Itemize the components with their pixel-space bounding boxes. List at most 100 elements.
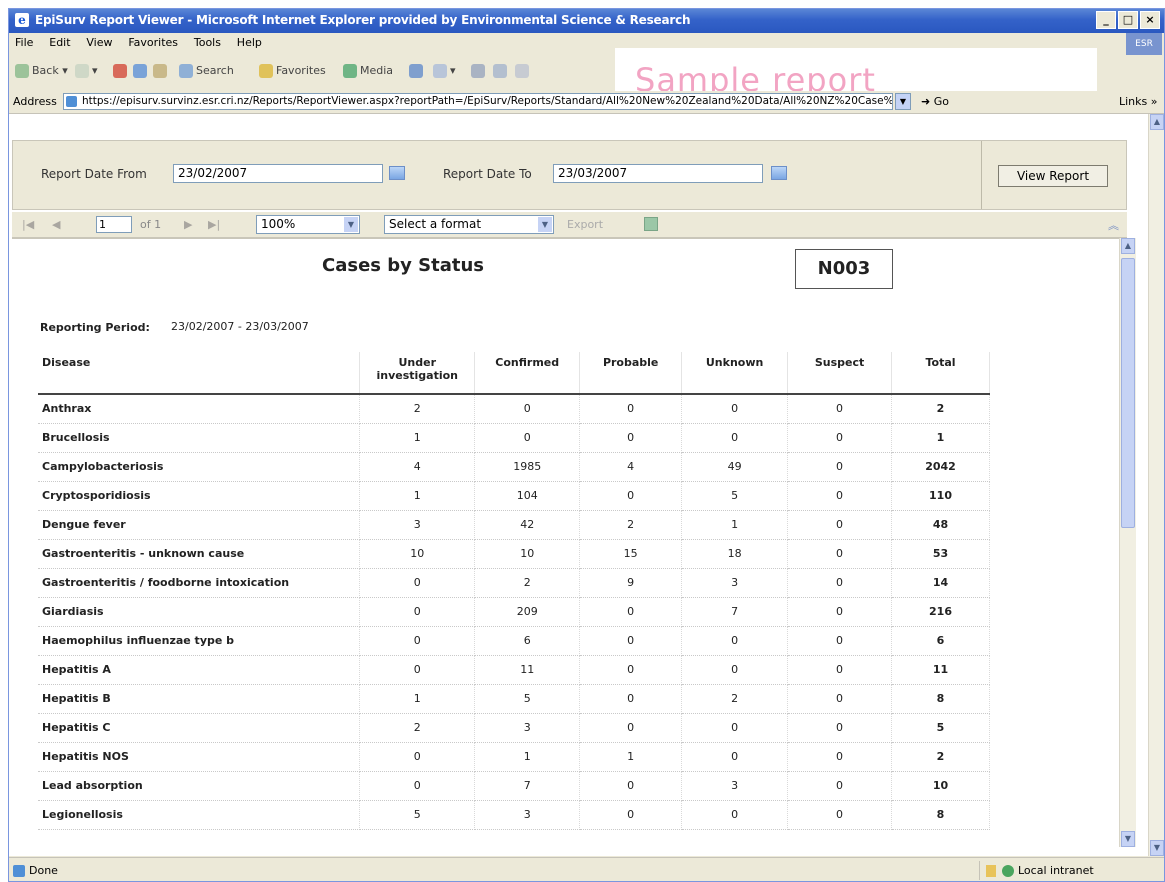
reporting-period-value: 23/02/2007 - 23/03/2007 (171, 320, 309, 333)
count-cell: 0 (681, 626, 789, 656)
total-cell: 8 (891, 684, 990, 714)
back-button[interactable]: Back ▾ (15, 64, 68, 78)
discuss-button[interactable] (515, 64, 532, 78)
export-format-select[interactable]: Select a format ▼ (384, 215, 554, 234)
reporting-period-label: Reporting Period: (40, 321, 150, 334)
edit-page-icon (493, 64, 507, 78)
window-title: EpiSurv Report Viewer - Microsoft Intern… (35, 13, 691, 27)
report-scrollbar[interactable]: ▲ ▼ (1119, 238, 1136, 847)
go-arrow-icon: ➜ (921, 95, 934, 108)
count-cell: 1 (359, 481, 476, 511)
stop-button[interactable] (113, 64, 130, 78)
count-cell: 0 (787, 713, 893, 743)
collapse-parameters-icon[interactable]: ︽ (1108, 217, 1119, 233)
mail-button[interactable]: ▾ (433, 64, 456, 78)
view-report-button[interactable]: View Report (998, 165, 1108, 187)
calendar-from-icon[interactable] (389, 166, 405, 180)
column-header: Total (891, 352, 990, 395)
back-arrow-icon (15, 64, 29, 78)
stop-icon (113, 64, 127, 78)
address-dropdown-icon[interactable]: ▼ (895, 93, 911, 110)
close-button[interactable]: × (1140, 11, 1160, 29)
media-icon (343, 64, 357, 78)
print-icon (471, 64, 485, 78)
report-scroll-thumb[interactable] (1121, 258, 1135, 528)
count-cell: 0 (579, 597, 683, 627)
home-button[interactable] (153, 64, 170, 78)
menu-edit[interactable]: Edit (43, 33, 76, 52)
count-cell: 3 (681, 771, 789, 801)
scroll-up-icon[interactable]: ▲ (1150, 114, 1164, 130)
search-button[interactable]: Search (179, 64, 234, 78)
page-icon (66, 96, 77, 107)
date-from-input[interactable]: 23/02/2007 (173, 164, 383, 183)
report-parameters: Report Date From 23/02/2007 Report Date … (12, 140, 1127, 210)
table-row: Giardiasis 0 209 0 7 0 216 (38, 597, 990, 627)
last-page-icon[interactable]: ▶| (208, 218, 220, 231)
count-cell: 0 (787, 394, 893, 424)
calendar-to-icon[interactable] (771, 166, 787, 180)
intranet-icon (1002, 865, 1014, 877)
page-scrollbar[interactable]: ▲ ▼ (1148, 114, 1164, 856)
report-scroll-up-icon[interactable]: ▲ (1121, 238, 1135, 254)
page-number-input[interactable]: 1 (96, 216, 132, 233)
media-button[interactable]: Media (343, 64, 393, 78)
count-cell: 3 (474, 800, 581, 830)
column-header: Under investigation (359, 352, 476, 395)
disease-name: Hepatitis NOS (38, 742, 361, 772)
page-count: of 1 (140, 218, 162, 231)
forward-button[interactable]: ▾ (75, 64, 98, 78)
table-row: Cryptosporidiosis 1 104 0 5 0 110 (38, 481, 990, 511)
disease-name: Dengue fever (38, 510, 361, 540)
refresh-button[interactable] (133, 64, 150, 78)
date-to-input[interactable]: 23/03/2007 (553, 164, 763, 183)
print-button[interactable] (471, 64, 488, 78)
menu-file[interactable]: File (9, 33, 39, 52)
date-from-label: Report Date From (41, 167, 147, 181)
maximize-button[interactable]: □ (1118, 11, 1138, 29)
next-page-icon[interactable]: ▶ (184, 218, 192, 231)
title-bar[interactable]: e EpiSurv Report Viewer - Microsoft Inte… (9, 9, 1164, 33)
disease-name: Hepatitis B (38, 684, 361, 714)
count-cell: 9 (579, 568, 683, 598)
menu-view[interactable]: View (80, 33, 118, 52)
count-cell: 0 (681, 800, 789, 830)
menu-tools[interactable]: Tools (188, 33, 227, 52)
history-button[interactable] (409, 64, 426, 78)
disease-name: Brucellosis (38, 423, 361, 453)
first-page-icon[interactable]: |◀ (22, 218, 34, 231)
address-bar: Address https://episurv.survinz.esr.cri.… (9, 91, 1164, 114)
links-button[interactable]: Links » (1119, 95, 1158, 108)
count-cell: 0 (787, 684, 893, 714)
count-cell: 49 (681, 452, 789, 482)
table-row: Hepatitis B150208 (38, 684, 990, 714)
address-input[interactable]: https://episurv.survinz.esr.cri.nz/Repor… (63, 93, 893, 110)
go-button[interactable]: ➜ Go (921, 95, 949, 108)
previous-page-icon[interactable]: ◀ (52, 218, 60, 231)
cases-table: Disease Under investigation Confirmed Proba… (38, 352, 990, 830)
favorites-button[interactable]: Favorites (259, 64, 326, 78)
refresh-report-icon[interactable] (644, 217, 658, 231)
minimize-button[interactable]: _ (1096, 11, 1116, 29)
export-link[interactable]: Export (567, 218, 603, 231)
count-cell: 2 (474, 568, 581, 598)
disease-name: Hepatitis A (38, 655, 361, 685)
total-cell: 48 (891, 510, 990, 540)
menu-favorites[interactable]: Favorites (122, 33, 184, 52)
count-cell: 0 (787, 452, 893, 482)
disease-name: Giardiasis (38, 597, 361, 627)
forward-arrow-icon (75, 64, 89, 78)
count-cell: 0 (579, 800, 683, 830)
count-cell: 0 (787, 568, 893, 598)
total-cell: 14 (891, 568, 990, 598)
edit-button[interactable] (493, 64, 510, 78)
table-row: Haemophilus influenzae type b060006 (38, 626, 990, 656)
count-cell: 4 (359, 452, 476, 482)
total-cell: 11 (891, 655, 990, 685)
count-cell: 0 (359, 742, 476, 772)
report-scroll-down-icon[interactable]: ▼ (1121, 831, 1135, 847)
scroll-down-icon[interactable]: ▼ (1150, 840, 1164, 856)
menu-help[interactable]: Help (231, 33, 268, 52)
zoom-select[interactable]: 100% ▼ (256, 215, 360, 234)
total-cell: 10 (891, 771, 990, 801)
